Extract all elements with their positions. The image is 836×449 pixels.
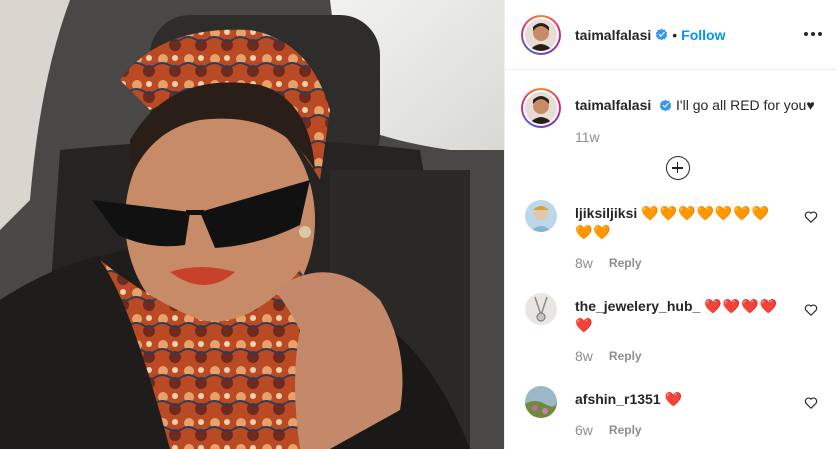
reply-button[interactable]: Reply (609, 421, 642, 440)
reply-button[interactable]: Reply (609, 254, 642, 273)
follow-button[interactable]: Follow (681, 27, 725, 43)
author-username[interactable]: taimalfalasi (575, 27, 651, 43)
verified-badge-icon (655, 28, 668, 41)
heart-outline-icon[interactable] (804, 303, 818, 317)
heart-outline-icon[interactable] (804, 396, 818, 410)
commenter-avatar[interactable] (525, 200, 557, 232)
post-header: taimalfalasi • Follow (505, 0, 836, 70)
caption-username[interactable]: taimalfalasi (575, 97, 651, 113)
comment-timestamp[interactable]: 8w (575, 254, 593, 273)
comment-timestamp[interactable]: 6w (575, 421, 593, 440)
comment-item: ljiksiljiksi 🧡🧡🧡🧡🧡🧡🧡🧡🧡 8w Reply (521, 198, 820, 273)
caption-avatar-image (525, 92, 557, 124)
post-caption: taimalfalasi I'll go all RED for you♥ 11… (521, 86, 820, 146)
post-modal: taimalfalasi • Follow taimalfalasi I'll … (0, 0, 836, 449)
author-avatar-image (525, 18, 557, 51)
comments-section: taimalfalasi I'll go all RED for you♥ 11… (505, 70, 836, 440)
caption-author-avatar[interactable] (521, 88, 561, 128)
commenter-avatar[interactable] (525, 293, 557, 325)
comment-item: afshin_r1351 ❤️ 6w Reply (521, 384, 820, 440)
comment-username[interactable]: ljiksiljiksi (575, 205, 637, 221)
author-avatar[interactable] (521, 14, 561, 55)
more-options-icon[interactable] (804, 25, 822, 43)
plus-circle-icon[interactable] (665, 156, 690, 180)
comment-username[interactable]: afshin_r1351 (575, 391, 661, 407)
caption-text: I'll go all RED for you♥ (676, 97, 815, 113)
portrait-image (0, 0, 504, 449)
comment-text: ❤️ (664, 391, 683, 407)
comment-item: the_jewelery_hub_ ❤️❤️❤️❤️❤️ 8w Reply (521, 291, 820, 366)
comment-timestamp[interactable]: 8w (575, 347, 593, 366)
header-separator: • (672, 26, 678, 43)
reply-button[interactable]: Reply (609, 347, 642, 366)
heart-outline-icon[interactable] (804, 210, 818, 224)
comment-username[interactable]: the_jewelery_hub_ (575, 298, 700, 314)
post-side-panel: taimalfalasi • Follow taimalfalasi I'll … (504, 0, 836, 449)
caption-timestamp[interactable]: 11w (575, 128, 815, 146)
commenter-avatar[interactable] (525, 386, 557, 418)
post-photo[interactable] (0, 0, 504, 449)
verified-badge-icon (659, 99, 672, 112)
